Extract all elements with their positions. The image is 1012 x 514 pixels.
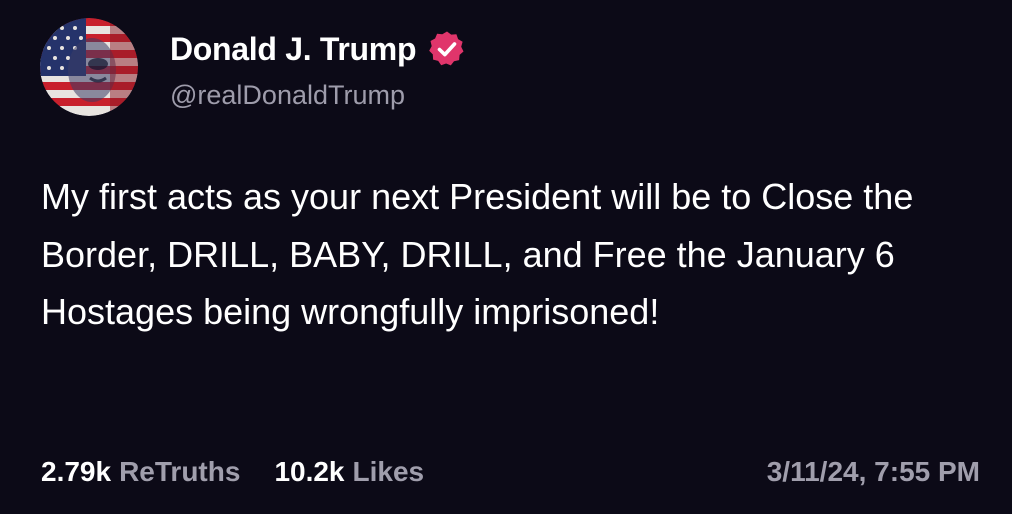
post-body-text: My first acts as your next President wil… — [41, 176, 914, 332]
post-card: Donald J. Trump @realDonaldTrump My firs… — [0, 0, 1012, 514]
post-stats: 2.79k ReTruths 10.2k Likes — [41, 456, 424, 488]
author-avatar[interactable] — [40, 18, 138, 116]
likes-count: 10.2k — [274, 456, 345, 487]
author-display-name[interactable]: Donald J. Trump — [170, 31, 417, 68]
likes-label: Likes — [352, 456, 425, 487]
retruths-count: 2.79k — [41, 456, 112, 487]
likes-stat[interactable]: 10.2k Likes — [274, 456, 424, 488]
author-name-row: Donald J. Trump — [170, 28, 466, 70]
avatar-image — [40, 18, 138, 116]
author-handle[interactable]: @realDonaldTrump — [170, 80, 405, 111]
post-timestamp[interactable]: 3/11/24, 7:55 PM — [767, 456, 980, 488]
retruths-label: ReTruths — [119, 456, 241, 487]
verified-badge-icon — [428, 30, 466, 68]
retruths-stat[interactable]: 2.79k ReTruths — [41, 456, 240, 488]
